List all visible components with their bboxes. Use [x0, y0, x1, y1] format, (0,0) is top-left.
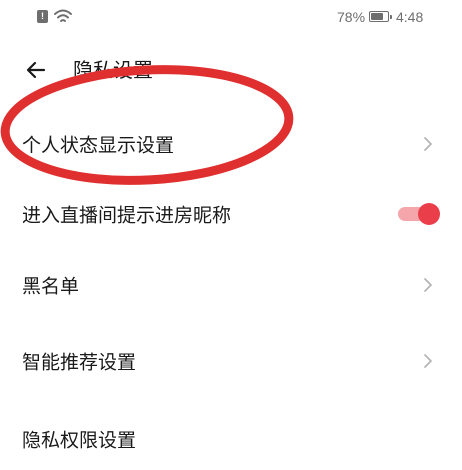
battery-percentage: 78% — [337, 9, 366, 25]
chevron-right-icon — [424, 354, 432, 368]
settings-item-label: 智能推荐设置 — [22, 351, 137, 374]
status-clock: 4:48 — [396, 9, 424, 25]
chevron-right-icon — [424, 137, 432, 151]
settings-item-personal-status[interactable]: 个人状态显示设置 — [0, 113, 462, 175]
live-room-nickname-toggle[interactable] — [395, 203, 441, 225]
arrow-left-icon[interactable] — [22, 56, 50, 84]
settings-item-live-room-nickname[interactable]: 进入直播间提示进房昵称 — [0, 183, 462, 245]
settings-item-label: 黑名单 — [22, 275, 80, 298]
battery-level-fill — [371, 13, 383, 20]
toggle-knob — [418, 203, 440, 225]
settings-item-label: 个人状态显示设置 — [22, 134, 175, 157]
page-title: 隐私设置 — [73, 58, 153, 82]
settings-item-label: 隐私权限设置 — [22, 429, 137, 452]
page-header: 隐私设置 — [0, 46, 462, 94]
status-bar: ! 78% 4:48 — [0, 0, 462, 34]
settings-item-blacklist[interactable]: 黑名单 — [0, 254, 462, 316]
settings-item-label: 进入直播间提示进房昵称 — [22, 204, 232, 227]
battery-icon — [369, 11, 392, 22]
settings-item-privacy-permissions[interactable]: 隐私权限设置 — [0, 408, 462, 470]
sim-alert-icon: ! — [37, 10, 48, 23]
chevron-right-icon — [424, 278, 432, 292]
settings-item-smart-recommend[interactable]: 智能推荐设置 — [0, 330, 462, 392]
wifi-icon — [54, 9, 72, 22]
